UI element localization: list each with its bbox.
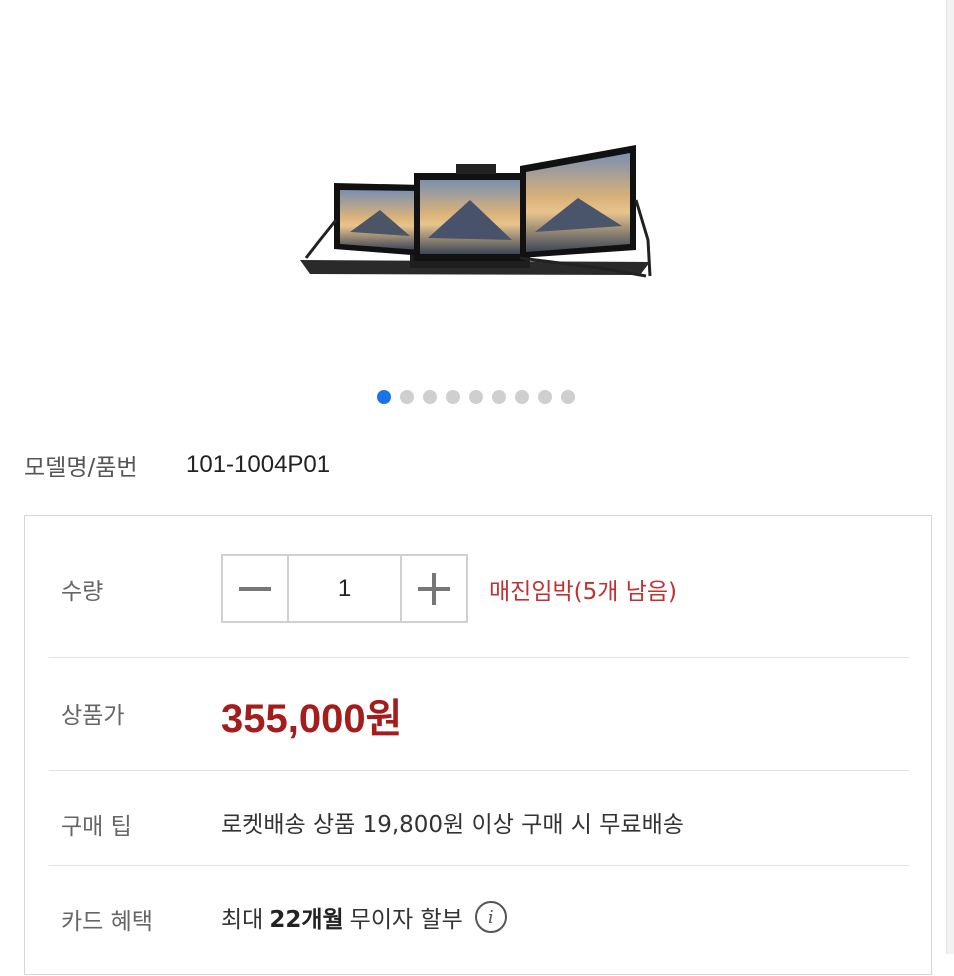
pagination-dot-6[interactable] xyxy=(492,390,506,404)
pagination-dot-8[interactable] xyxy=(538,390,552,404)
model-label: 모델명/품번 xyxy=(24,455,138,481)
quantity-stepper: 1 xyxy=(221,554,468,623)
decrease-quantity-button[interactable] xyxy=(223,556,289,621)
model-value: 101-1004P01 xyxy=(186,451,331,478)
model-number-row: 모델명/품번 101-1004P01 xyxy=(24,448,330,482)
info-icon[interactable]: i xyxy=(474,901,507,933)
scrollbar-track[interactable] xyxy=(946,0,954,954)
pagination-dot-4[interactable] xyxy=(446,390,460,404)
gallery-pagination xyxy=(377,389,575,405)
purchase-tip-text: 로켓배송 상품 19,800원 이상 구매 시 무료배송 xyxy=(221,812,684,838)
card-benefit-row: 카드 혜택 최대 22개월 무이자 할부 i xyxy=(49,866,909,976)
pagination-dot-2[interactable] xyxy=(400,390,414,404)
purchase-tip-label: 구매 팁 xyxy=(61,814,132,840)
plus-icon xyxy=(418,572,450,605)
pagination-dot-9[interactable] xyxy=(561,390,575,404)
purchase-info-panel: 수량 1 매진임박(5개 남음) 상품가 355,000원 구매 팁 로켓배송 … xyxy=(24,515,932,975)
increase-quantity-button[interactable] xyxy=(400,556,466,621)
quantity-row: 수량 1 매진임박(5개 남음) xyxy=(49,516,909,658)
pagination-dot-7[interactable] xyxy=(515,390,529,404)
card-benefit-prefix: 최대 xyxy=(221,907,264,933)
card-benefit-text: 최대 22개월 무이자 할부 i xyxy=(221,900,507,934)
pagination-dot-5[interactable] xyxy=(469,390,483,404)
product-image xyxy=(300,145,652,278)
price-row: 상품가 355,000원 xyxy=(49,658,909,771)
stock-warning: 매진임박(5개 남음) xyxy=(489,579,678,605)
minus-icon xyxy=(239,586,271,591)
card-benefit-suffix: 무이자 할부 xyxy=(349,907,463,933)
quantity-label: 수량 xyxy=(61,579,104,605)
price-value: 355,000원 xyxy=(221,697,403,741)
product-image-gallery[interactable] xyxy=(0,0,946,420)
card-benefit-label: 카드 혜택 xyxy=(61,909,153,935)
pagination-dot-3[interactable] xyxy=(423,390,437,404)
pagination-dot-1[interactable] xyxy=(377,390,391,404)
card-benefit-months: 22개월 xyxy=(269,907,344,933)
purchase-tip-row: 구매 팁 로켓배송 상품 19,800원 이상 구매 시 무료배송 xyxy=(49,771,909,866)
quantity-value[interactable]: 1 xyxy=(289,556,400,621)
price-label: 상품가 xyxy=(61,703,125,729)
